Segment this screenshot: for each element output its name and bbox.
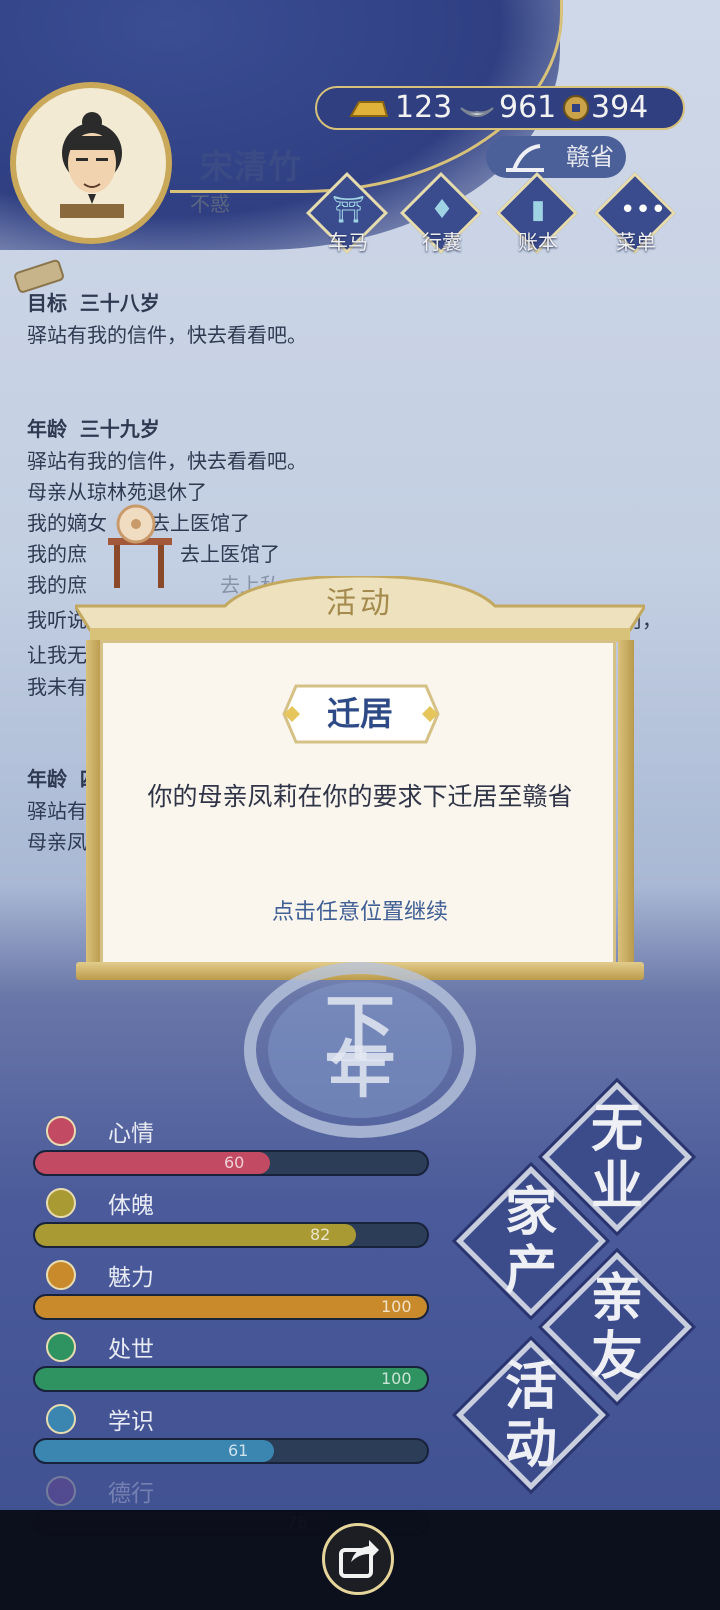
stat-bar: 61 <box>33 1438 429 1464</box>
stat-label: 魅力 <box>108 1265 154 1291</box>
continue-hint[interactable]: 点击任意位置继续 <box>0 894 720 926</box>
modal-title: 活动 <box>326 586 394 621</box>
log-line: 我的庶 <box>27 542 87 566</box>
coin-icon <box>561 88 591 128</box>
silver-ingot-icon <box>457 88 497 128</box>
carriage-icon: ⛩ <box>332 195 366 225</box>
stat-label: 德行 <box>108 1481 154 1507</box>
coin-count: 394 <box>591 90 649 125</box>
currency-bar: 123 961 394 <box>315 86 685 130</box>
stat-bar-fill <box>35 1224 356 1246</box>
log-line: 驿站有 <box>27 799 87 823</box>
virtue-icon <box>42 1472 80 1510</box>
goal-heading: 目标 三十八岁 <box>27 291 160 315</box>
bag-icon: ♦ <box>430 195 454 225</box>
silver-count: 961 <box>499 90 557 125</box>
stat-label: 处世 <box>108 1337 154 1363</box>
stat-value: 82 <box>310 1225 331 1244</box>
dumbbell-icon <box>42 1184 80 1222</box>
stat-label: 心情 <box>108 1121 154 1147</box>
stat-label: 学识 <box>108 1409 154 1435</box>
character-portrait-icon <box>60 112 124 218</box>
stat-bar: 82 <box>33 1222 429 1248</box>
stat-value: 60 <box>224 1153 245 1172</box>
ledger-icon: ▮ <box>530 195 546 225</box>
jade-icon <box>42 1256 80 1294</box>
stat-value: 100 <box>381 1369 412 1388</box>
more-icon: ••• <box>620 195 667 225</box>
menu-button-more[interactable]: ••• 菜单 <box>593 171 677 258</box>
gold-count: 123 <box>395 90 453 125</box>
game-screen: 宋清竹 不惑 123 961 394 赣省 ⛩ 车马 ♦ 行囊 ▮ 账本 •••… <box>0 0 720 1610</box>
share-button[interactable] <box>322 1523 394 1595</box>
log-line: 驿站有我的信件，快去看看吧。 <box>27 449 307 473</box>
stat-bar-fill <box>35 1296 427 1318</box>
location-name: 赣省 <box>566 143 614 171</box>
log-line: 驿站有我的信件，快去看看吧。 <box>27 323 307 347</box>
stat-value: 61 <box>228 1441 249 1460</box>
stat-bar-fill <box>35 1368 427 1390</box>
menu-label: 菜单 <box>616 230 656 254</box>
menu-button-carriage[interactable]: ⛩ 车马 <box>305 171 389 258</box>
log-entry-heading: 年龄 三十九岁 <box>27 417 160 441</box>
event-name: 迁居 <box>327 694 393 733</box>
stat-value: 100 <box>381 1297 412 1316</box>
books-icon <box>42 1400 80 1438</box>
flower-icon <box>42 1112 80 1150</box>
stat-bar: 100 <box>33 1366 429 1392</box>
location-badge[interactable]: 赣省 <box>486 136 626 178</box>
menu-label: 车马 <box>328 230 368 254</box>
avatar[interactable] <box>10 82 172 244</box>
menu-button-ledger[interactable]: ▮ 账本 <box>495 171 579 258</box>
log-line: 母亲凤 <box>27 830 87 854</box>
stat-label: 体魄 <box>108 1193 154 1219</box>
activity-button[interactable]: 活动 <box>456 1340 606 1490</box>
log-line: 去上医馆了 <box>180 542 280 566</box>
gold-ingot-icon <box>347 88 389 128</box>
stat-bar: 100 <box>33 1294 429 1320</box>
menu-button-bag[interactable]: ♦ 行囊 <box>399 171 483 258</box>
share-icon <box>339 1540 379 1578</box>
character-name: 宋清竹 <box>200 147 302 186</box>
age-title: 不惑 <box>190 192 230 216</box>
menu-label: 行囊 <box>422 230 462 254</box>
next-year-label: 年 <box>328 1033 391 1106</box>
menu-label: 账本 <box>518 230 558 254</box>
stat-bar: 60 <box>33 1150 429 1176</box>
log-line: 我的嫡女 <box>27 511 107 535</box>
event-message: 你的母亲凤莉在你的要求下迁居至赣省 <box>147 782 573 811</box>
fan-icon <box>42 1328 80 1366</box>
